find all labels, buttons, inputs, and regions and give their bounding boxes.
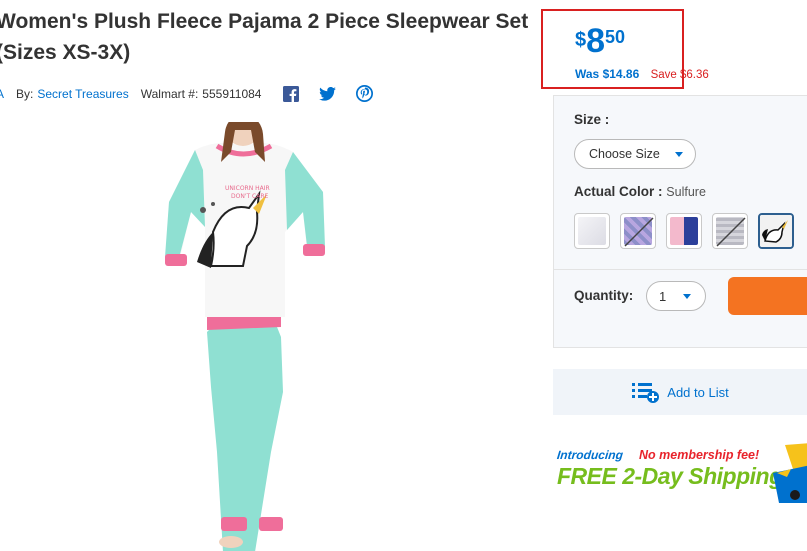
was-price: Was $14.86 bbox=[575, 67, 640, 81]
add-to-list-icon bbox=[632, 383, 660, 403]
price-currency: $ bbox=[575, 29, 587, 51]
chevron-down-icon bbox=[683, 294, 691, 299]
brand-link[interactable]: Secret Treasures bbox=[37, 87, 128, 101]
twitter-icon[interactable] bbox=[319, 86, 337, 101]
actual-color-label: Actual Color bbox=[574, 184, 655, 199]
product-meta-row: A By: Secret Treasures Walmart #: 555911… bbox=[0, 85, 374, 102]
purchase-options-panel: Size : Choose Size Actual Color : Sulfur… bbox=[553, 95, 807, 348]
pinterest-icon[interactable] bbox=[356, 85, 374, 102]
swatch-pink-navy-hearts[interactable] bbox=[666, 213, 702, 249]
by-label: By: bbox=[16, 86, 34, 101]
swatch-purple-print[interactable] bbox=[620, 213, 656, 249]
actual-color-colon: : bbox=[658, 184, 663, 199]
current-price: $850 bbox=[575, 21, 625, 61]
actual-color-value: Sulfure bbox=[666, 185, 706, 199]
promo-no-fee: No membership fee! bbox=[639, 448, 760, 462]
quantity-dropdown[interactable]: 1 bbox=[646, 281, 706, 311]
size-dropdown-value: Choose Size bbox=[589, 147, 660, 161]
swatch-gray-print[interactable] bbox=[712, 213, 748, 249]
free-shipping-banner[interactable]: Introducing No membership fee! FREE 2-Da… bbox=[556, 443, 807, 513]
walmart-number-label: Walmart #: bbox=[140, 86, 199, 101]
share-icons bbox=[283, 85, 374, 102]
price-comparison: Was $14.86 Save $6.36 bbox=[575, 67, 709, 81]
product-title: Women's Plush Fleece Pajama 2 Piece Slee… bbox=[0, 10, 529, 64]
add-to-cart-button[interactable] bbox=[728, 277, 807, 315]
walmart-number: 555911084 bbox=[202, 86, 262, 101]
promo-introducing: Introducing bbox=[556, 448, 624, 462]
svg-text:UNICORN HAIR: UNICORN HAIR bbox=[225, 185, 270, 192]
delivery-truck-icon bbox=[773, 443, 807, 503]
quantity-label: Quantity: bbox=[574, 288, 634, 303]
color-swatches bbox=[574, 213, 794, 249]
quantity-value: 1 bbox=[659, 288, 667, 304]
add-to-list-button[interactable]: Add to List bbox=[553, 369, 807, 415]
price-whole: 8 bbox=[586, 22, 606, 60]
product-image[interactable]: UNICORN HAIR DON'T CARE bbox=[155, 116, 335, 551]
actual-color-row: Actual Color : Sulfure bbox=[574, 184, 706, 199]
pajama-set-photo-icon: UNICORN HAIR DON'T CARE bbox=[165, 116, 325, 551]
size-dropdown[interactable]: Choose Size bbox=[574, 139, 696, 169]
svg-text:DON'T CARE: DON'T CARE bbox=[231, 193, 269, 200]
facebook-icon[interactable] bbox=[283, 85, 300, 102]
unicorn-icon bbox=[760, 215, 792, 247]
swatch-sulfure-unicorn[interactable] bbox=[758, 213, 794, 249]
add-to-list-label: Add to List bbox=[667, 384, 729, 400]
chevron-down-icon bbox=[675, 152, 683, 157]
panel-divider bbox=[554, 269, 807, 270]
size-label: Size : bbox=[574, 112, 610, 127]
unavailable-slash-icon bbox=[624, 217, 654, 247]
rating-link[interactable]: A bbox=[0, 87, 4, 101]
price-highlight-box: $850 Was $14.86 Save $6.36 bbox=[541, 9, 709, 89]
swatch-white-plush[interactable] bbox=[574, 213, 610, 249]
price-cents: 50 bbox=[605, 27, 626, 47]
save-amount: Save $6.36 bbox=[650, 69, 709, 81]
promo-free-shipping: FREE 2-Day Shipping bbox=[557, 463, 783, 489]
unavailable-slash-icon bbox=[716, 217, 746, 247]
